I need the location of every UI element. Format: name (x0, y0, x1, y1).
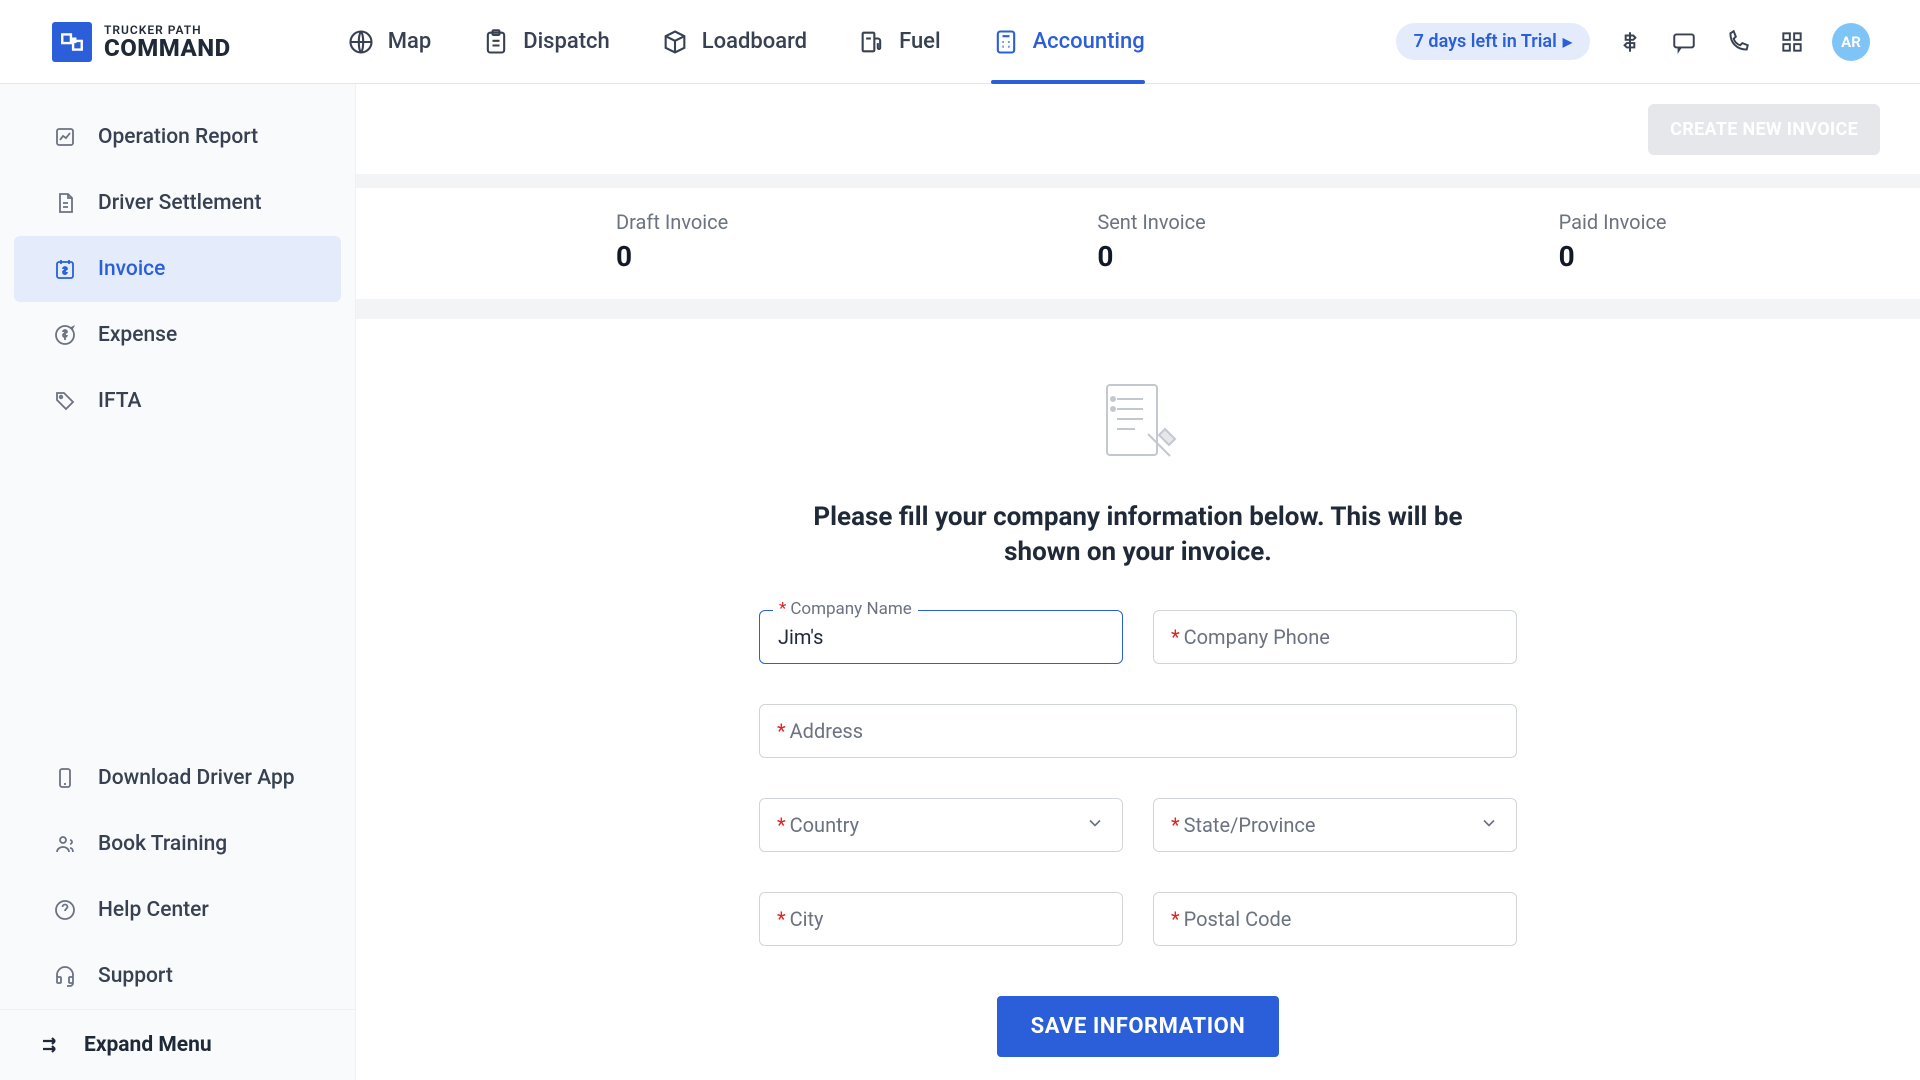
sidebar: Operation Report Driver Settlement Invoi… (0, 84, 356, 1080)
nav-label: Accounting (1033, 29, 1145, 54)
postal-field-wrap: *Postal Code (1153, 892, 1517, 946)
sidebar-item-label: Driver Settlement (98, 191, 261, 215)
state-field-wrap: *State/Province (1153, 798, 1517, 852)
clipboard-list-icon (481, 27, 511, 57)
stat-paid: Paid Invoice 0 (1459, 210, 1920, 273)
main-content: CREATE NEW INVOICE Draft Invoice 0 Sent … (356, 84, 1920, 1080)
sidebar-item-label: Support (98, 964, 173, 988)
city-field-wrap: *City (759, 892, 1123, 946)
sidebar-item-support[interactable]: Support (14, 943, 341, 1009)
top-nav: Map Dispatch Loadboard Fuel Accounting (346, 0, 1145, 83)
sidebar-item-label: Expand Menu (84, 1033, 212, 1057)
trial-pill[interactable]: 7 days left in Trial ▶ (1396, 23, 1590, 60)
nav-map[interactable]: Map (346, 0, 431, 83)
sidebar-item-book-training[interactable]: Book Training (14, 811, 341, 877)
mobile-icon (52, 765, 78, 791)
logo[interactable]: TRUCKER PATH COMMAND (52, 22, 231, 62)
stat-label: Draft Invoice (616, 210, 977, 234)
trial-text: 7 days left in Trial (1414, 31, 1557, 52)
save-information-button[interactable]: SAVE INFORMATION (997, 996, 1280, 1057)
user-group-icon (52, 831, 78, 857)
stat-draft: Draft Invoice 0 (356, 210, 977, 273)
sidebar-expand-menu[interactable]: Expand Menu (0, 1009, 355, 1080)
signpost-icon[interactable] (1616, 28, 1644, 56)
help-circle-icon (52, 897, 78, 923)
sidebar-item-ifta[interactable]: IFTA (14, 368, 341, 434)
stat-label: Sent Invoice (1097, 210, 1458, 234)
nav-dispatch[interactable]: Dispatch (481, 0, 610, 83)
nav-label: Loadboard (702, 29, 807, 54)
stat-value: 0 (616, 240, 977, 273)
package-icon (660, 27, 690, 57)
country-select[interactable] (759, 798, 1123, 852)
sidebar-item-invoice[interactable]: Invoice (14, 236, 341, 302)
chart-line-icon (52, 124, 78, 150)
sidebar-item-label: IFTA (98, 389, 141, 413)
caret-right-icon: ▶ (1563, 35, 1572, 49)
city-input[interactable] (759, 892, 1123, 946)
calculator-icon (991, 27, 1021, 57)
nav-label: Fuel (899, 29, 941, 54)
nav-label: Dispatch (523, 29, 610, 54)
nav-label: Map (388, 29, 431, 54)
sidebar-item-expense[interactable]: Expense (14, 302, 341, 368)
dollar-cycle-icon (52, 322, 78, 348)
logo-mark-icon (52, 22, 92, 62)
stat-label: Paid Invoice (1559, 210, 1920, 234)
nav-loadboard[interactable]: Loadboard (660, 0, 807, 83)
top-header: TRUCKER PATH COMMAND Map Dispatch Loadbo… (0, 0, 1920, 84)
postal-input[interactable] (1153, 892, 1517, 946)
avatar-initials: AR (1841, 33, 1861, 51)
form-heading: Please fill your company information bel… (778, 500, 1498, 570)
phone-icon[interactable] (1724, 28, 1752, 56)
company-name-label: *Company Name (773, 599, 918, 619)
stat-value: 0 (1097, 240, 1458, 273)
chat-icon[interactable] (1670, 28, 1698, 56)
document-icon (52, 190, 78, 216)
fuel-pump-icon (857, 27, 887, 57)
divider (356, 174, 1920, 188)
page-toolbar: CREATE NEW INVOICE (356, 84, 1920, 174)
invoice-stats: Draft Invoice 0 Sent Invoice 0 Paid Invo… (356, 188, 1920, 299)
header-right: 7 days left in Trial ▶ AR (1396, 23, 1870, 61)
sidebar-item-driver-settlement[interactable]: Driver Settlement (14, 170, 341, 236)
stat-sent: Sent Invoice 0 (977, 210, 1458, 273)
company-info-form: Please fill your company information bel… (356, 319, 1920, 1080)
nav-fuel[interactable]: Fuel (857, 0, 941, 83)
sidebar-item-operation-report[interactable]: Operation Report (14, 104, 341, 170)
sidebar-item-label: Invoice (98, 257, 165, 281)
grid-icon[interactable] (1778, 28, 1806, 56)
tag-icon (52, 388, 78, 414)
nav-accounting[interactable]: Accounting (991, 0, 1145, 83)
sidebar-item-help-center[interactable]: Help Center (14, 877, 341, 943)
expand-arrows-icon (38, 1032, 64, 1058)
invoice-dollar-icon (52, 256, 78, 282)
divider (356, 299, 1920, 319)
logo-text: TRUCKER PATH COMMAND (104, 24, 231, 60)
sidebar-item-label: Download Driver App (98, 766, 295, 790)
sidebar-item-label: Expense (98, 323, 177, 347)
stat-value: 0 (1559, 240, 1920, 273)
avatar[interactable]: AR (1832, 23, 1870, 61)
company-name-field-wrap: *Company Name (759, 610, 1123, 664)
globe-icon (346, 27, 376, 57)
logo-large-text: COMMAND (104, 36, 231, 60)
form-document-icon (1093, 379, 1183, 474)
headset-icon (52, 963, 78, 989)
address-input[interactable] (759, 704, 1517, 758)
company-phone-input[interactable] (1153, 610, 1517, 664)
company-phone-field-wrap: *Company Phone (1153, 610, 1517, 664)
create-invoice-button[interactable]: CREATE NEW INVOICE (1648, 104, 1880, 155)
address-field-wrap: *Address (759, 704, 1517, 758)
state-select[interactable] (1153, 798, 1517, 852)
sidebar-item-label: Book Training (98, 832, 227, 856)
sidebar-item-label: Help Center (98, 898, 209, 922)
sidebar-item-download-app[interactable]: Download Driver App (14, 745, 341, 811)
sidebar-item-label: Operation Report (98, 125, 258, 149)
country-field-wrap: *Country (759, 798, 1123, 852)
